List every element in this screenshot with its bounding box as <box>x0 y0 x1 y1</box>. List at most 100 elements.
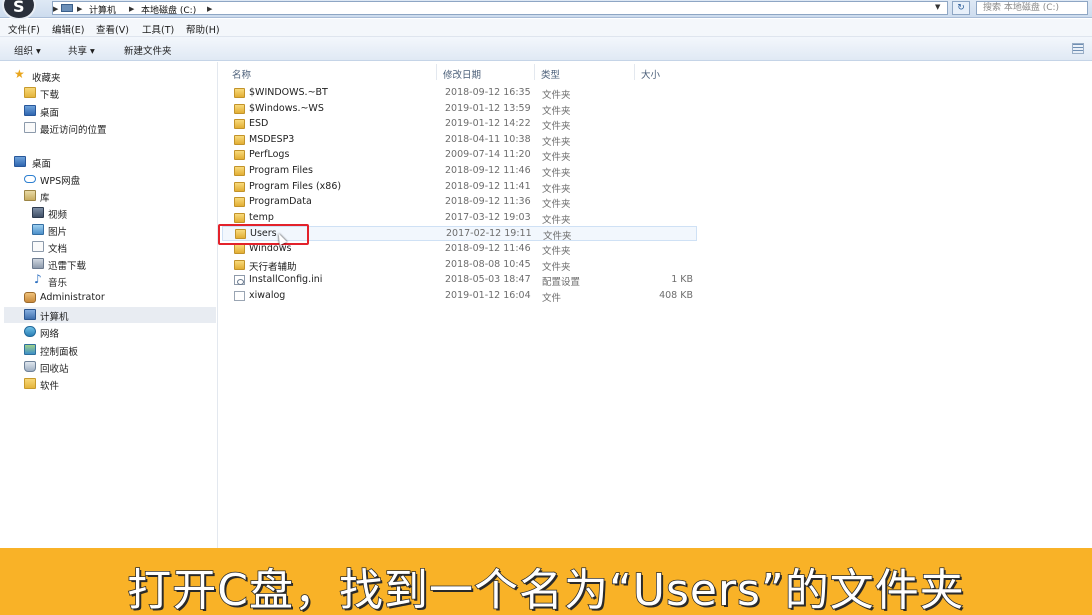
nav-desktop[interactable]: 桌面 <box>4 154 214 170</box>
breadcrumb-local-disk[interactable]: 本地磁盘 (C:) <box>141 3 196 16</box>
file-date: 2018-05-03 18:47 <box>445 274 531 286</box>
desktop-icon <box>14 156 26 167</box>
computer-icon <box>24 309 36 320</box>
nav-network[interactable]: 网络 <box>4 324 214 340</box>
folder-icon <box>234 119 245 130</box>
file-row[interactable]: $WINDOWS.~BT 2018-09-12 16:35 文件夹 <box>222 86 697 101</box>
file-row[interactable]: InstallConfig.ini 2018-05-03 18:47 配置设置 1 K… <box>222 273 697 288</box>
nav-computer[interactable]: 计算机 <box>4 307 216 323</box>
nav-thunder-downloads[interactable]: 迅雷下载 <box>4 256 214 272</box>
menu-edit[interactable]: 编辑(E) <box>52 22 84 36</box>
column-header-size[interactable]: 大小 <box>641 67 660 81</box>
nav-libraries[interactable]: 库 <box>4 188 214 204</box>
file-type: 文件夹 <box>542 246 571 257</box>
column-divider[interactable] <box>634 64 635 80</box>
file-name: InstallConfig.ini <box>249 274 323 286</box>
downloads-folder-icon <box>24 87 36 98</box>
file-type: 文件 <box>542 292 562 304</box>
file-row[interactable]: 天行者辅助 2018-08-08 10:45 文件夹 <box>222 258 697 273</box>
menu-tools[interactable]: 工具(T) <box>142 22 174 36</box>
nav-label: 回收站 <box>40 364 69 375</box>
chevron-right-icon[interactable]: ▶ <box>77 5 82 13</box>
file-date: 2019-01-12 13:59 <box>445 102 531 114</box>
chevron-right-icon[interactable]: ▶ <box>129 5 134 13</box>
search-input[interactable]: 搜索 本地磁盘 (C:) <box>976 1 1088 15</box>
menu-help[interactable]: 帮助(H) <box>186 22 220 36</box>
address-bar[interactable]: ▶ ▶ 计算机 ▶ 本地磁盘 (C:) ▶ <box>52 1 948 16</box>
nav-desktop-favorite[interactable]: 桌面 <box>4 103 214 119</box>
file-name: $WINDOWS.~BT <box>249 87 328 98</box>
file-type: 文件夹 <box>542 168 571 179</box>
computer-icon <box>61 4 73 12</box>
file-name: xiwalog <box>249 289 286 301</box>
file-date: 2009-07-14 11:20 <box>445 149 531 161</box>
nav-music[interactable]: ♪ 音乐 <box>4 272 214 289</box>
nav-documents[interactable]: 文档 <box>4 239 214 255</box>
folder-icon <box>234 181 245 192</box>
file-date: 2018-08-08 10:45 <box>445 258 531 270</box>
nav-software[interactable]: 软件 <box>4 376 214 392</box>
user-folder-icon <box>24 292 36 303</box>
file-row[interactable]: ProgramData 2018-09-12 11:36 文件夹 <box>222 195 697 210</box>
menu-bar: 文件(F) 编辑(E) 查看(V) 工具(T) 帮助(H) <box>0 19 1092 37</box>
nav-label: 迅雷下载 <box>48 261 87 272</box>
nav-pictures[interactable]: 图片 <box>4 222 214 238</box>
document-icon <box>32 241 44 252</box>
file-name: PerfLogs <box>249 149 290 161</box>
share-button[interactable]: 共享 ▾ <box>68 43 95 57</box>
file-row[interactable]: MSDESP3 2018-04-11 10:38 文件夹 <box>222 133 697 148</box>
nav-videos[interactable]: 视频 <box>4 205 214 221</box>
new-folder-button[interactable]: 新建文件夹 <box>124 43 172 57</box>
folder-icon <box>234 197 245 208</box>
folder-icon <box>234 134 245 145</box>
column-header-type[interactable]: 类型 <box>541 67 560 81</box>
file-type: 文件夹 <box>542 214 571 226</box>
nav-recent-places[interactable]: 最近访问的位置 <box>4 120 214 136</box>
file-date: 2018-09-12 11:46 <box>445 165 531 176</box>
command-bar: 组织 ▾ 共享 ▾ 新建文件夹 <box>0 37 1092 61</box>
menu-view[interactable]: 查看(V) <box>96 22 129 36</box>
refresh-button[interactable]: ↻ <box>952 1 970 15</box>
folder-icon <box>234 150 245 161</box>
nav-label: 下载 <box>40 90 60 101</box>
nav-label: WPS网盘 <box>40 176 81 187</box>
file-name: ESD <box>249 118 269 130</box>
organize-button[interactable]: 组织 ▾ <box>14 43 41 57</box>
file-size: 408 KB <box>659 289 693 301</box>
breadcrumb-computer[interactable]: 计算机 <box>89 3 116 16</box>
file-type: 文件夹 <box>542 199 571 211</box>
file-name: Program Files <box>249 165 313 176</box>
file-row[interactable]: xiwalog 2019-01-12 16:04 文件 408 KB <box>222 289 697 304</box>
column-header-modified[interactable]: 修改日期 <box>443 67 481 81</box>
config-file-icon <box>234 275 245 286</box>
nav-downloads[interactable]: 下载 <box>4 85 214 101</box>
file-name: $Windows.~WS <box>249 102 324 114</box>
nav-label: 桌面 <box>32 159 52 170</box>
chevron-right-icon[interactable]: ▶ <box>207 5 212 13</box>
view-options-icon[interactable] <box>1072 43 1084 54</box>
picture-icon <box>32 224 44 235</box>
nav-recycle-bin[interactable]: 回收站 <box>4 359 214 375</box>
address-bar-strip: S ▶ ▶ 计算机 ▶ 本地磁盘 (C:) ▶ ▼ ↻ 搜索 本地磁盘 (C:) <box>0 0 1092 20</box>
subtitle-text: 打开C盘，找到一个名为“Users”的文件夹 <box>126 564 965 615</box>
address-arrow-icon: ▶ <box>53 5 59 13</box>
file-row[interactable]: ESD 2019-01-12 14:22 文件夹 <box>222 117 697 132</box>
menu-file[interactable]: 文件(F) <box>8 22 40 36</box>
file-type: 文件夹 <box>542 183 571 195</box>
file-row[interactable]: $Windows.~WS 2019-01-12 13:59 文件夹 <box>222 102 697 117</box>
file-row[interactable]: Program Files 2018-09-12 11:46 文件夹 <box>222 164 697 179</box>
desktop-icon <box>24 105 36 116</box>
nav-label: 网络 <box>40 329 60 340</box>
column-divider[interactable] <box>436 64 437 80</box>
column-divider[interactable] <box>534 64 535 80</box>
file-row[interactable]: Program Files (x86) 2018-09-12 11:41 文件夹 <box>222 180 697 195</box>
nav-administrator[interactable]: Administrator <box>4 290 214 306</box>
file-type: 文件夹 <box>542 121 571 133</box>
file-name: 天行者辅助 <box>249 261 297 273</box>
address-dropdown-icon[interactable]: ▼ <box>935 3 940 11</box>
file-row[interactable]: PerfLogs 2009-07-14 11:20 文件夹 <box>222 148 697 163</box>
nav-control-panel[interactable]: 控制面板 <box>4 342 214 358</box>
column-header-name[interactable]: 名称 <box>232 67 251 81</box>
nav-favorites[interactable]: ★ 收藏夹 <box>4 67 214 84</box>
nav-wps-cloud[interactable]: WPS网盘 <box>4 171 214 187</box>
